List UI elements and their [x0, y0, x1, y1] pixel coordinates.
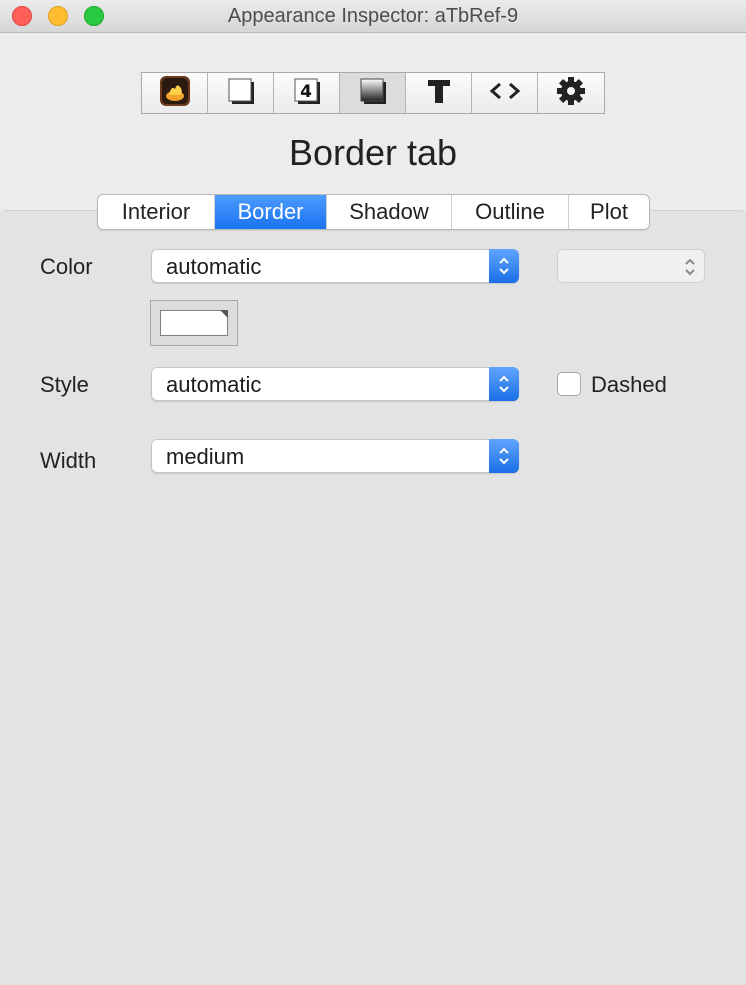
style-popup[interactable]: automatic: [151, 367, 519, 401]
tab-border[interactable]: Border: [215, 195, 327, 229]
shadow-box-icon: [226, 76, 256, 111]
color-well[interactable]: [150, 300, 238, 346]
tab-interior[interactable]: Interior: [98, 195, 215, 229]
style-label: Style: [40, 372, 89, 397]
text-icon: [425, 77, 453, 110]
border-gradient-icon: [358, 76, 388, 111]
color-popup[interactable]: automatic: [151, 249, 519, 283]
color-popup-value: automatic: [166, 254, 262, 279]
color-label: Color: [40, 254, 93, 279]
tab-bar: Interior Border Shadow Outline Plot: [97, 194, 650, 230]
popup-arrows-icon: [682, 256, 698, 278]
inspector-icon: [159, 75, 191, 112]
color-secondary-popup[interactable]: [557, 249, 705, 283]
number-four-icon: 4: [292, 76, 322, 111]
tab-content-panel: [0, 210, 746, 985]
dashed-label: Dashed: [591, 372, 667, 397]
toolbar-button-settings[interactable]: [538, 73, 604, 113]
gear-icon: [556, 76, 586, 111]
width-label: Width: [40, 448, 97, 473]
toolbar-button-general[interactable]: [142, 73, 208, 113]
popup-arrows-icon: [489, 249, 519, 283]
style-popup-value: automatic: [166, 372, 262, 397]
swatch-corner-icon: [220, 310, 228, 318]
color-swatch: [160, 310, 228, 336]
window-title: Appearance Inspector: aTbRef-9: [227, 5, 519, 27]
tab-plot[interactable]: Plot: [569, 195, 649, 229]
tab-outline[interactable]: Outline: [452, 195, 569, 229]
title-bar: Appearance Inspector: aTbRef-9: [0, 0, 746, 33]
toolbar-button-appearance[interactable]: [208, 73, 274, 113]
width-popup[interactable]: medium: [151, 439, 519, 473]
popup-arrows-icon: [489, 367, 519, 401]
popup-arrows-icon: [489, 439, 519, 473]
toolbar-button-numbers[interactable]: 4: [274, 73, 340, 113]
svg-text:4: 4: [300, 82, 312, 102]
toolbar-button-border[interactable]: [340, 73, 406, 113]
page-title: Border tab: [288, 132, 458, 173]
toolbar-button-text[interactable]: [406, 73, 472, 113]
inspector-toolbar: 4: [141, 72, 605, 114]
toolbar-button-code[interactable]: [472, 73, 538, 113]
width-popup-value: medium: [166, 444, 245, 469]
code-icon: [489, 80, 521, 107]
dashed-checkbox[interactable]: [557, 372, 581, 396]
tab-shadow[interactable]: Shadow: [327, 195, 452, 229]
